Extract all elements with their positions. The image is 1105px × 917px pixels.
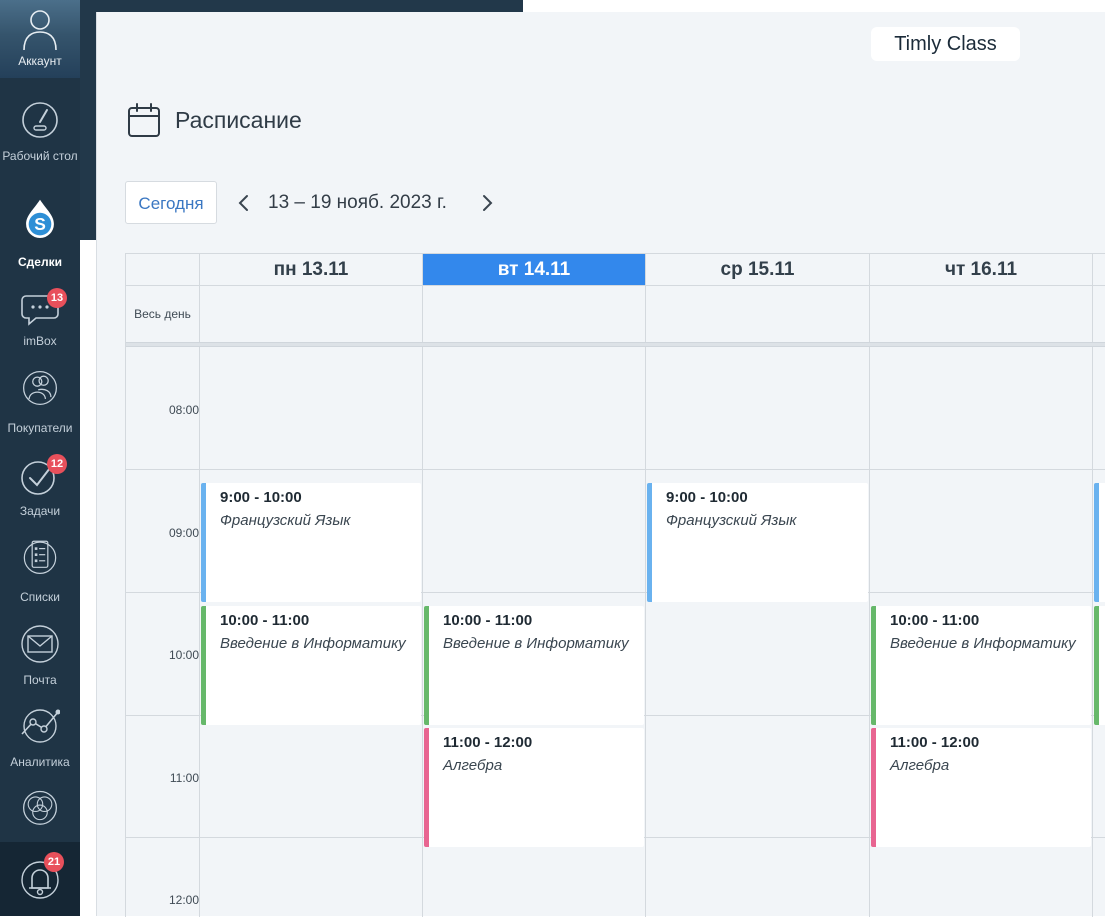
grid-line (645, 347, 646, 917)
event-time: 9:00 - 10:00 (220, 489, 302, 506)
event-title: Введение в Информатику (890, 635, 1076, 652)
calendar-icon (128, 103, 160, 137)
hour-label: 09:00 (168, 526, 199, 540)
hour-label: 12:00 (168, 893, 199, 907)
chevron-left-icon[interactable] (233, 190, 255, 216)
analytics-icon (21, 709, 60, 743)
day-header-next (1093, 254, 1105, 286)
time-column-header (126, 254, 200, 286)
day-header-thu[interactable]: чт 16.11 (870, 254, 1093, 286)
event-title: Введение в Информатику (443, 635, 629, 652)
sidebar-account[interactable]: Аккаунт (0, 0, 80, 78)
brand-label: Timly Class (871, 27, 1020, 61)
event-card[interactable]: 10:00 - 11:00 Введение в Информатику (201, 606, 421, 725)
sidebar-item-mail[interactable]: Почта (0, 624, 80, 690)
hour-label: 11:00 (169, 771, 199, 785)
sidebar-item-deals[interactable]: S Сделки (0, 198, 80, 270)
sidebar-item-imbox[interactable]: 13 imBox (0, 286, 80, 356)
week-calendar: пн 13.11 вт 14.11 ср 15.11 чт 16.11 Весь… (125, 253, 1105, 917)
event-title: Алгебра (443, 757, 503, 774)
hour-row[interactable]: 12:00 (126, 838, 1105, 917)
notifications-badge: 21 (44, 852, 64, 872)
integrations-icon (23, 790, 57, 825)
grid-line (422, 347, 423, 917)
list-icon (23, 540, 57, 574)
hour-row[interactable]: 08:00 (126, 347, 1105, 470)
day-header-mon[interactable]: пн 13.11 (200, 254, 423, 286)
event-time: 9:00 - 10:00 (666, 489, 748, 506)
event-time: 11:00 - 12:00 (443, 734, 533, 751)
sidebar-item-label: Покупатели (7, 421, 73, 435)
date-range: 13 – 19 нояб. 2023 г. (268, 192, 447, 213)
allday-row: Весь день (126, 286, 1105, 342)
allday-label: Весь день (126, 286, 200, 342)
allday-cell[interactable] (646, 286, 870, 342)
event-card[interactable]: 11:00 - 12:00 Алгебра (424, 728, 644, 847)
mail-icon (21, 625, 59, 663)
sidebar-item-customers[interactable]: Покупатели (0, 368, 80, 440)
day-header-tue[interactable]: вт 14.11 (423, 254, 646, 286)
hour-label: 10:00 (168, 648, 199, 662)
allday-cell[interactable] (200, 286, 423, 342)
event-time: 10:00 - 11:00 (220, 612, 310, 629)
sidebar-item-label: Списки (20, 590, 60, 604)
event-time: 11:00 - 12:00 (890, 734, 980, 751)
sidebar-item-analytics[interactable]: Аналитика (0, 704, 80, 772)
event-card-partial[interactable] (1094, 606, 1105, 725)
sidebar: Аккаунт Рабочий стол S Сделки 13 imBox П… (0, 0, 80, 916)
page-title: Расписание (175, 107, 302, 133)
event-card[interactable]: 10:00 - 11:00 Введение в Информатику (871, 606, 1091, 725)
event-title: Введение в Информатику (220, 635, 406, 652)
account-label: Аккаунт (18, 54, 62, 68)
sidebar-item-label: Задачи (19, 504, 61, 518)
event-title: Алгебра (890, 757, 950, 774)
event-time: 10:00 - 11:00 (443, 612, 533, 629)
grid-line (199, 347, 200, 917)
hour-label: 08:00 (168, 403, 199, 417)
sidebar-item-label: Почта (23, 673, 57, 687)
user-avatar-icon (23, 10, 57, 51)
grid-line (1092, 347, 1093, 917)
chevron-right-icon[interactable] (476, 190, 498, 216)
gauge-icon (22, 102, 58, 138)
event-card[interactable]: 11:00 - 12:00 Алгебра (871, 728, 1091, 847)
event-card[interactable]: 10:00 - 11:00 Введение в Информатику (424, 606, 644, 725)
event-card-partial[interactable] (1094, 483, 1105, 602)
sidebar-item-label: imBox (23, 334, 57, 348)
customers-icon (23, 371, 57, 405)
allday-cell[interactable] (423, 286, 646, 342)
sidebar-item-integrations[interactable] (0, 786, 80, 834)
dollar-drop-icon: S (26, 199, 54, 238)
sidebar-item-lists[interactable]: Списки (0, 536, 80, 608)
sidebar-item-tasks[interactable]: 12 Задачи (0, 454, 80, 524)
event-title: Французский Язык (666, 512, 797, 529)
day-header-wed[interactable]: ср 15.11 (646, 254, 870, 286)
imbox-badge: 13 (47, 288, 67, 308)
event-card[interactable]: 9:00 - 10:00 Французский Язык (201, 483, 421, 602)
event-title: Французский Язык (220, 512, 351, 529)
tasks-badge: 12 (47, 454, 67, 474)
notifications-button[interactable]: 21 (0, 842, 80, 916)
sidebar-item-desktop[interactable]: Рабочий стол (0, 100, 80, 180)
grid-line (869, 347, 870, 917)
sidebar-item-label: Аналитика (10, 755, 70, 769)
today-button[interactable]: Сегодня (125, 181, 217, 224)
event-card[interactable]: 9:00 - 10:00 Французский Язык (647, 483, 868, 602)
sidebar-item-label: Сделки (18, 255, 62, 269)
allday-cell[interactable] (870, 286, 1093, 342)
sidebar-item-label: Рабочий стол (2, 149, 78, 163)
event-time: 10:00 - 11:00 (890, 612, 980, 629)
schedule-panel: Timly Class Расписание Сегодня 13 – 19 н… (96, 12, 1105, 917)
svg-text:S: S (34, 214, 46, 234)
